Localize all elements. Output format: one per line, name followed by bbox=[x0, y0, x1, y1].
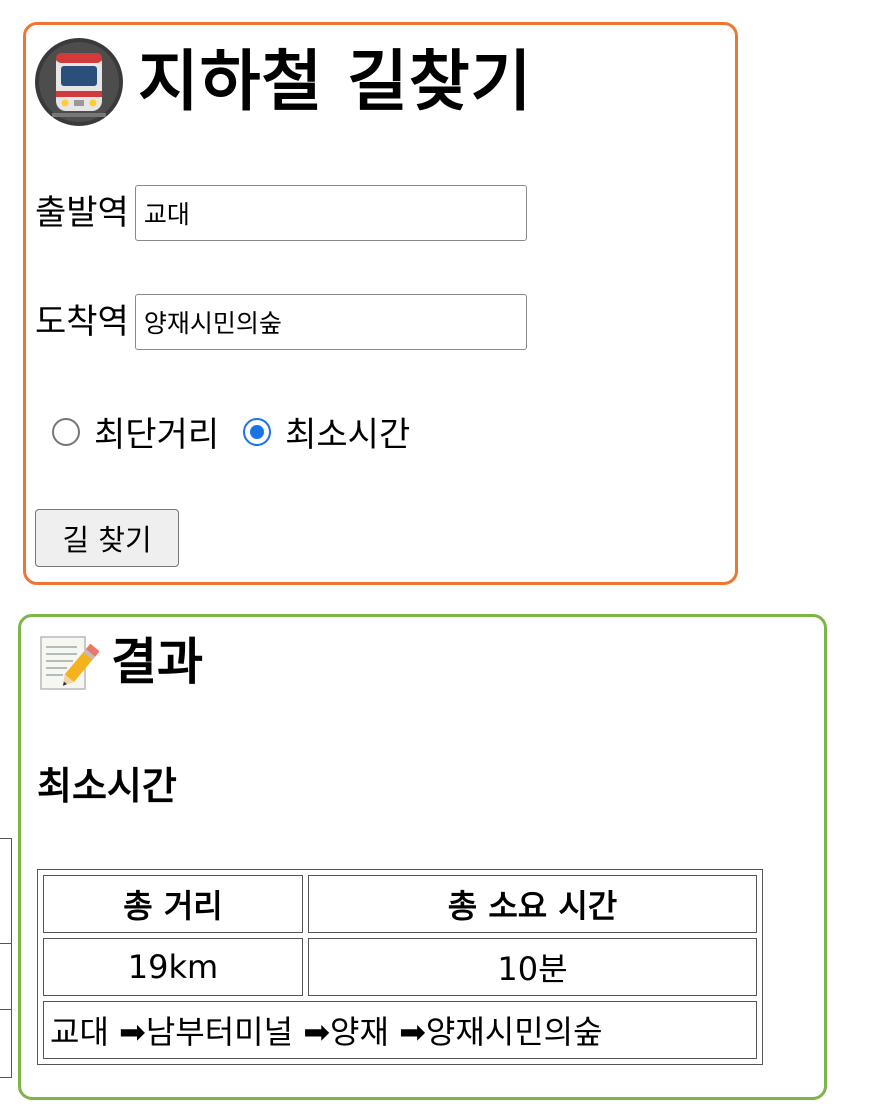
destination-field-row: 도착역 bbox=[35, 294, 527, 350]
total-time-header: 총 소요 시간 bbox=[308, 875, 757, 933]
memo-pencil-icon bbox=[40, 636, 99, 690]
result-panel: 결과 최소시간 총 거리 총 소요 시간 19km 10분 교대 ➡남부터미널 … bbox=[18, 614, 827, 1100]
destination-input[interactable] bbox=[134, 294, 527, 350]
find-route-button[interactable]: 길 찾기 bbox=[35, 509, 179, 567]
minimum-time-radio[interactable] bbox=[243, 417, 272, 446]
route-path: 교대 ➡남부터미널 ➡양재 ➡양재시민의숲 bbox=[43, 1001, 757, 1059]
result-title: 결과 bbox=[111, 633, 203, 691]
search-panel: 지하철 길찾기 출발역 도착역 최단거리 최소시간 길 찾기 bbox=[23, 22, 738, 585]
page-title: 지하철 길찾기 bbox=[138, 43, 533, 120]
result-title-row: 결과 bbox=[37, 631, 203, 693]
background-table-edge bbox=[0, 838, 12, 1078]
result-table: 총 거리 총 소요 시간 19km 10분 교대 ➡남부터미널 ➡양재 ➡양재시… bbox=[37, 869, 763, 1065]
origin-field-row: 출발역 bbox=[35, 185, 527, 241]
destination-label: 도착역 bbox=[35, 302, 129, 342]
search-title-row: 지하철 길찾기 bbox=[34, 37, 532, 127]
origin-input[interactable] bbox=[134, 185, 527, 241]
metro-train-icon bbox=[35, 38, 123, 126]
origin-label: 출발역 bbox=[35, 193, 129, 233]
result-mode-heading: 최소시간 bbox=[37, 764, 177, 808]
background-table-line bbox=[0, 943, 12, 944]
total-distance-value: 19km bbox=[43, 938, 303, 996]
table-header-row: 총 거리 총 소요 시간 bbox=[43, 875, 757, 933]
shortest-distance-radio[interactable] bbox=[52, 417, 80, 446]
total-distance-header: 총 거리 bbox=[43, 875, 303, 933]
minimum-time-label[interactable]: 최소시간 bbox=[285, 407, 410, 456]
route-option-group: 최단거리 최소시간 bbox=[52, 407, 434, 456]
table-row: 19km 10분 bbox=[43, 938, 757, 996]
table-row: 교대 ➡남부터미널 ➡양재 ➡양재시민의숲 bbox=[43, 1001, 757, 1059]
background-table-line bbox=[0, 1009, 12, 1010]
shortest-distance-label[interactable]: 최단거리 bbox=[94, 407, 219, 456]
total-time-value: 10분 bbox=[308, 938, 757, 996]
